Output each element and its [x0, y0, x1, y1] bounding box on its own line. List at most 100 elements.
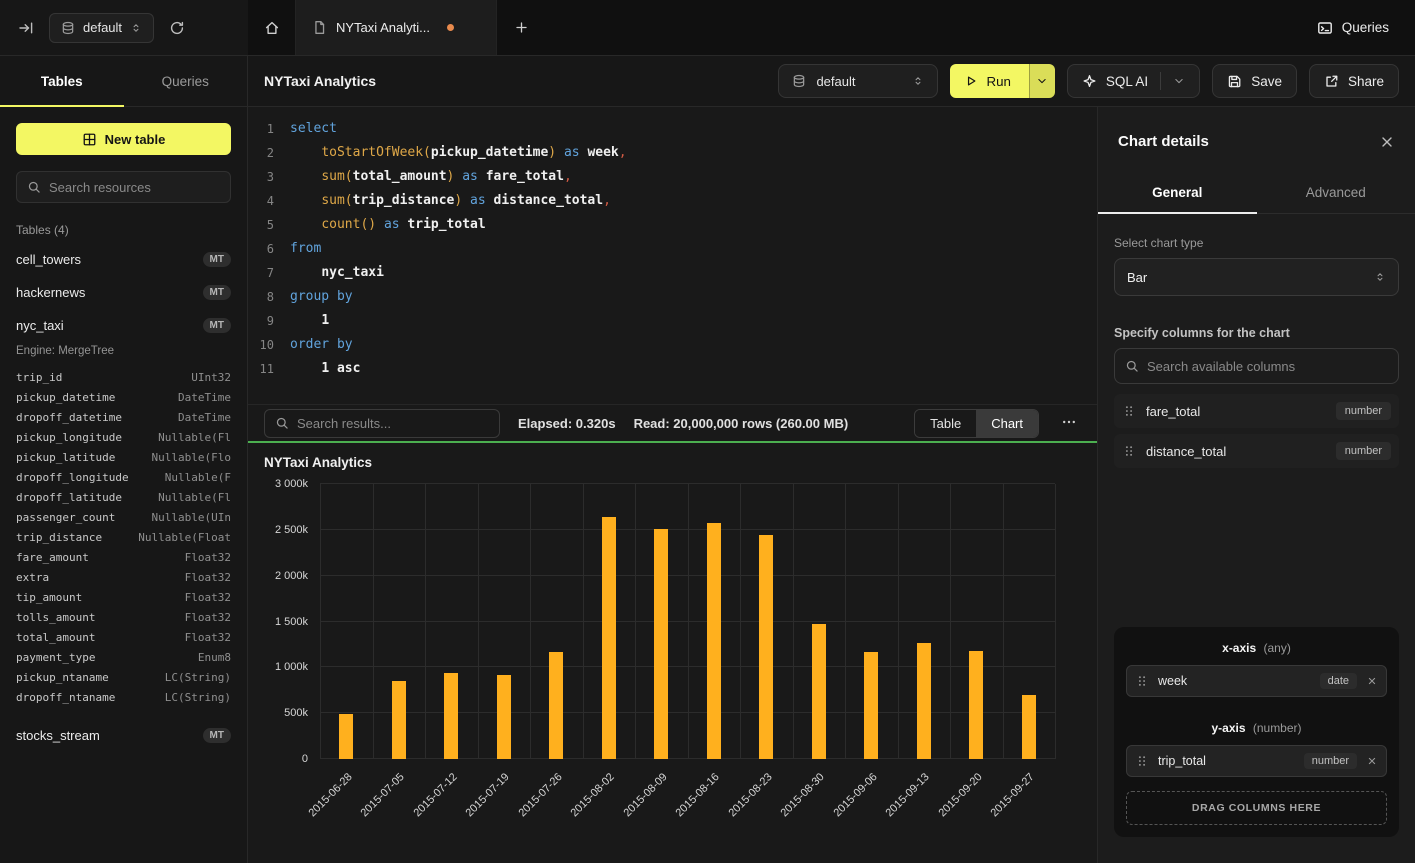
refresh-icon[interactable]: [169, 20, 185, 36]
remove-y-axis-column-icon[interactable]: [1366, 755, 1378, 767]
database-selector[interactable]: default: [49, 13, 154, 43]
table-item-hackernews[interactable]: hackernews MT: [0, 276, 247, 309]
y-axis-field[interactable]: trip_total number: [1126, 745, 1387, 777]
chart-type-select[interactable]: Bar: [1114, 258, 1399, 296]
run-options-button[interactable]: [1029, 64, 1055, 98]
save-button[interactable]: Save: [1212, 64, 1297, 98]
code-line[interactable]: 5 count() as trip_total: [248, 213, 1097, 237]
header-actions: default Run SQL AI: [778, 64, 1399, 98]
x-axis-tick: 2015-08-16: [674, 771, 722, 819]
table-column-row[interactable]: trip_distanceNullable(Float: [0, 527, 247, 547]
queries-button[interactable]: Queries: [1291, 0, 1415, 55]
chart-bar[interactable]: [969, 651, 983, 759]
table-column-row[interactable]: tolls_amountFloat32: [0, 607, 247, 627]
code-line[interactable]: 11 1 asc: [248, 357, 1097, 381]
results-search[interactable]: [264, 409, 500, 438]
collapse-sidebar-icon[interactable]: [18, 20, 34, 36]
table-column-row[interactable]: pickup_longitudeNullable(Fl: [0, 427, 247, 447]
table-column-row[interactable]: pickup_latitudeNullable(Flo: [0, 447, 247, 467]
x-axis-tick: 2015-08-30: [779, 771, 827, 819]
gridline: [1055, 484, 1056, 759]
new-tab-button[interactable]: [497, 0, 545, 55]
sidebar-search-input[interactable]: [49, 180, 220, 195]
table-column-row[interactable]: extraFloat32: [0, 567, 247, 587]
tab-advanced[interactable]: Advanced: [1257, 174, 1415, 213]
sidebar-tab-queries[interactable]: Queries: [124, 56, 248, 106]
table-item-cell-towers[interactable]: cell_towers MT: [0, 243, 247, 276]
code-line[interactable]: 8group by: [248, 285, 1097, 309]
code-line[interactable]: 6from: [248, 237, 1097, 261]
code-text: nyc_taxi: [290, 261, 384, 285]
tab-general[interactable]: General: [1098, 174, 1257, 213]
columns-search[interactable]: [1114, 348, 1399, 384]
chart-bar[interactable]: [444, 673, 458, 759]
query-header: NYTaxi Analytics default Run: [248, 56, 1415, 107]
run-button[interactable]: Run: [950, 64, 1028, 98]
table-column-row[interactable]: dropoff_longitudeNullable(F: [0, 467, 247, 487]
table-column-row[interactable]: trip_idUInt32: [0, 367, 247, 387]
table-column-row[interactable]: tip_amountFloat32: [0, 587, 247, 607]
chart-bar[interactable]: [392, 681, 406, 759]
close-panel-icon[interactable]: [1379, 134, 1395, 150]
chart-bar[interactable]: [497, 675, 511, 759]
code-line[interactable]: 1select: [248, 117, 1097, 141]
more-options-button[interactable]: [1057, 410, 1081, 437]
chart-bar[interactable]: [812, 624, 826, 759]
view-table-button[interactable]: Table: [915, 410, 976, 437]
sidebar-tab-tables[interactable]: Tables: [0, 56, 124, 106]
code-lines: 1select2 toStartOfWeek(pickup_datetime) …: [248, 117, 1097, 381]
x-axis-tick: 2015-09-27: [989, 771, 1037, 819]
chart-bar[interactable]: [864, 652, 878, 759]
code-line[interactable]: 3 sum(total_amount) as fare_total,: [248, 165, 1097, 189]
table-column-row[interactable]: dropoff_latitudeNullable(Fl: [0, 487, 247, 507]
view-chart-button[interactable]: Chart: [976, 410, 1038, 437]
chart-bar[interactable]: [759, 535, 773, 759]
code-line[interactable]: 4 sum(trip_distance) as distance_total,: [248, 189, 1097, 213]
columns-search-input[interactable]: [1147, 359, 1388, 374]
drag-handle-icon[interactable]: [1122, 444, 1136, 458]
y-axis-header: y-axis (number): [1126, 721, 1387, 735]
header-database-selector[interactable]: default: [778, 64, 938, 98]
code-line[interactable]: 7 nyc_taxi: [248, 261, 1097, 285]
column-name: dropoff_datetime: [16, 411, 122, 424]
results-search-input[interactable]: [297, 416, 489, 431]
chart-bar[interactable]: [602, 517, 616, 759]
table-column-row[interactable]: fare_amountFloat32: [0, 547, 247, 567]
drop-zone[interactable]: DRAG COLUMNS HERE: [1126, 791, 1387, 825]
available-column-fare-total[interactable]: fare_total number: [1114, 394, 1399, 428]
table-column-row[interactable]: passenger_countNullable(UIn: [0, 507, 247, 527]
available-column-distance-total[interactable]: distance_total number: [1114, 434, 1399, 468]
remove-x-axis-column-icon[interactable]: [1366, 675, 1378, 687]
home-tab[interactable]: [248, 0, 296, 55]
gridline: [950, 484, 951, 759]
table-column-row[interactable]: pickup_datetimeDateTime: [0, 387, 247, 407]
table-column-row[interactable]: pickup_ntanameLC(String): [0, 667, 247, 687]
sql-editor[interactable]: 1select2 toStartOfWeek(pickup_datetime) …: [248, 107, 1097, 404]
table-item-stocks-stream[interactable]: stocks_stream MT: [0, 719, 247, 752]
sidebar-search[interactable]: [16, 171, 231, 203]
drag-handle-icon[interactable]: [1122, 404, 1136, 418]
chart-bar[interactable]: [707, 523, 721, 759]
table-column-row[interactable]: total_amountFloat32: [0, 627, 247, 647]
table-item-nyc-taxi[interactable]: nyc_taxi MT: [0, 309, 247, 342]
code-line[interactable]: 9 1: [248, 309, 1097, 333]
share-button[interactable]: Share: [1309, 64, 1399, 98]
x-axis-field[interactable]: week date: [1126, 665, 1387, 697]
drag-handle-icon[interactable]: [1135, 674, 1149, 688]
table-column-row[interactable]: dropoff_datetimeDateTime: [0, 407, 247, 427]
new-table-button[interactable]: New table: [16, 123, 231, 155]
table-column-row[interactable]: payment_typeEnum8: [0, 647, 247, 667]
code-line[interactable]: 10order by: [248, 333, 1097, 357]
chart-bar[interactable]: [549, 652, 563, 759]
query-tab[interactable]: NYTaxi Analyti...: [296, 0, 497, 55]
drag-handle-icon[interactable]: [1135, 754, 1149, 768]
chart-bar[interactable]: [1022, 695, 1036, 759]
column-type: Enum8: [198, 651, 231, 664]
table-column-row[interactable]: dropoff_ntanameLC(String): [0, 687, 247, 707]
code-line[interactable]: 2 toStartOfWeek(pickup_datetime) as week…: [248, 141, 1097, 165]
sql-ai-button[interactable]: SQL AI: [1067, 64, 1200, 98]
x-axis-tick: 2015-07-26: [516, 771, 564, 819]
chart-bar[interactable]: [654, 529, 668, 759]
chart-bar[interactable]: [917, 643, 931, 759]
chart-bar[interactable]: [339, 714, 353, 759]
